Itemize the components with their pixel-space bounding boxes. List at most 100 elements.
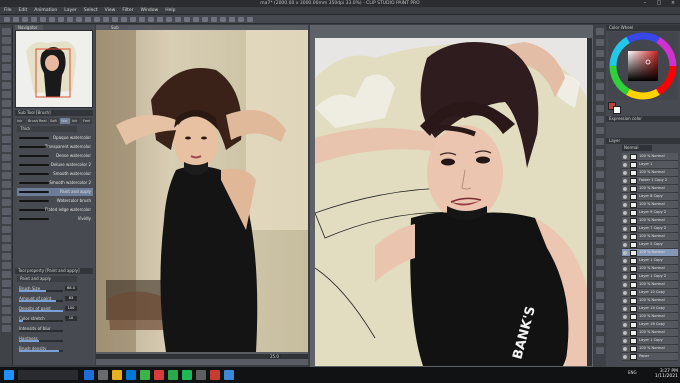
tool-icon[interactable]	[2, 217, 11, 224]
eye-icon[interactable]	[623, 195, 627, 199]
property-value[interactable]: 68.0	[65, 286, 77, 291]
eye-icon[interactable]	[623, 323, 627, 327]
start-icon[interactable]	[4, 370, 14, 380]
eye-icon[interactable]	[623, 339, 627, 343]
panel-icon[interactable]	[596, 50, 604, 57]
eye-icon[interactable]	[623, 203, 627, 207]
tool-property-row[interactable]: Brush density	[17, 345, 91, 352]
layer-row[interactable]: Layer 8 Copy	[622, 193, 678, 201]
command-icon[interactable]	[94, 17, 100, 22]
taskbar-app-icon[interactable]	[196, 370, 206, 380]
layer-row[interactable]: Paper	[622, 353, 678, 361]
eye-icon[interactable]	[623, 235, 627, 239]
subtool-tab[interactable]: Brush	[27, 118, 38, 124]
panel-icon[interactable]	[596, 116, 604, 123]
layer-row[interactable]: 100 % Normal	[622, 217, 678, 225]
tool-icon[interactable]	[2, 127, 11, 134]
tool-icon[interactable]	[2, 46, 11, 53]
eye-icon[interactable]	[623, 267, 627, 271]
tool-icon[interactable]	[2, 73, 11, 80]
panel-icon[interactable]	[596, 270, 604, 277]
layer-row[interactable]: Layer 16 Copy	[622, 321, 678, 329]
command-icon[interactable]	[148, 17, 154, 22]
eye-icon[interactable]	[623, 291, 627, 295]
panel-icon[interactable]	[596, 127, 604, 134]
command-icon[interactable]	[58, 17, 64, 22]
command-icon[interactable]	[85, 17, 91, 22]
command-icon[interactable]	[184, 17, 190, 22]
tool-icon[interactable]	[2, 64, 11, 71]
tool-icon[interactable]	[2, 154, 11, 161]
tool-icon[interactable]	[2, 37, 11, 44]
subtool-tab[interactable]: Ink	[16, 118, 26, 124]
taskbar-search[interactable]	[18, 370, 78, 380]
command-icon[interactable]	[211, 17, 217, 22]
property-slider[interactable]	[19, 350, 63, 352]
command-icon[interactable]	[40, 17, 46, 22]
panel-icon[interactable]	[596, 83, 604, 90]
command-icon[interactable]	[157, 17, 163, 22]
tool-icon[interactable]	[2, 28, 11, 35]
tool-icon[interactable]	[2, 172, 11, 179]
menu-edit[interactable]: Edit	[19, 8, 28, 13]
panel-icon[interactable]	[596, 281, 604, 288]
taskbar-app-icon[interactable]	[84, 370, 94, 380]
taskbar-app-icon[interactable]	[112, 370, 122, 380]
panel-icon[interactable]	[596, 314, 604, 321]
taskbar-app-icon[interactable]	[210, 370, 220, 380]
taskbar-app-icon[interactable]	[126, 370, 136, 380]
command-icon[interactable]	[175, 17, 181, 22]
layer-row[interactable]: Folder 1 Copy 2	[622, 177, 678, 185]
layer-row[interactable]: Layer 5 Copy	[622, 241, 678, 249]
menu-layer[interactable]: Layer	[64, 8, 77, 13]
command-icon[interactable]	[112, 17, 118, 22]
eye-icon[interactable]	[623, 179, 627, 183]
eye-icon[interactable]	[623, 331, 627, 335]
panel-icon[interactable]	[596, 39, 604, 46]
command-icon[interactable]	[139, 17, 145, 22]
tool-icon[interactable]	[2, 145, 11, 152]
layer-row[interactable]: Layer 7 Copy 2	[622, 225, 678, 233]
tool-icon[interactable]	[2, 190, 11, 197]
command-icon[interactable]	[4, 17, 10, 22]
property-value[interactable]: 100	[65, 306, 77, 311]
command-icon[interactable]	[202, 17, 208, 22]
command-icon[interactable]	[13, 17, 19, 22]
tool-icon[interactable]	[2, 235, 11, 242]
tool-icon[interactable]	[2, 109, 11, 116]
maximize-button[interactable]: □	[652, 0, 666, 7]
menu-file[interactable]: File	[4, 8, 12, 13]
tool-icon[interactable]	[2, 244, 11, 251]
panel-icon[interactable]	[596, 138, 604, 145]
menu-filter[interactable]: Filter	[122, 8, 133, 13]
menu-animation[interactable]: Animation	[34, 8, 57, 13]
layer-row[interactable]: Layer 9 Copy 2	[622, 209, 678, 217]
tool-icon[interactable]	[2, 100, 11, 107]
subtool-tab[interactable]: Ink	[71, 118, 81, 124]
command-icon[interactable]	[238, 17, 244, 22]
color-wheel[interactable]	[608, 32, 678, 100]
eye-icon[interactable]	[623, 227, 627, 231]
layer-row[interactable]: 100 % Normal	[622, 169, 678, 177]
subtool-tab[interactable]: Wat	[60, 118, 70, 124]
property-slider[interactable]	[19, 320, 63, 322]
eye-icon[interactable]	[623, 307, 627, 311]
tool-icon[interactable]	[2, 280, 11, 287]
panel-icon[interactable]	[596, 204, 604, 211]
panel-icon[interactable]	[596, 325, 604, 332]
layer-row[interactable]: 100 % Normal	[622, 329, 678, 337]
eye-icon[interactable]	[623, 187, 627, 191]
panel-icon[interactable]	[596, 303, 604, 310]
tool-icon[interactable]	[2, 271, 11, 278]
layer-row[interactable]: Layer 14 Copy	[622, 305, 678, 313]
menu-view[interactable]: View	[105, 8, 116, 13]
panel-icon[interactable]	[596, 28, 604, 35]
brush-item[interactable]: Deluxe watercolor 2	[17, 161, 93, 169]
property-slider[interactable]	[19, 340, 63, 342]
property-slider[interactable]	[19, 310, 63, 312]
tool-property-row[interactable]: Amount of paint 83	[17, 295, 91, 302]
panel-icon[interactable]	[596, 182, 604, 189]
tool-property-row[interactable]: Brush Size 68.0	[17, 285, 91, 292]
layer-row[interactable]: Layer 10 Copy	[622, 289, 678, 297]
panel-icon[interactable]	[596, 61, 604, 68]
